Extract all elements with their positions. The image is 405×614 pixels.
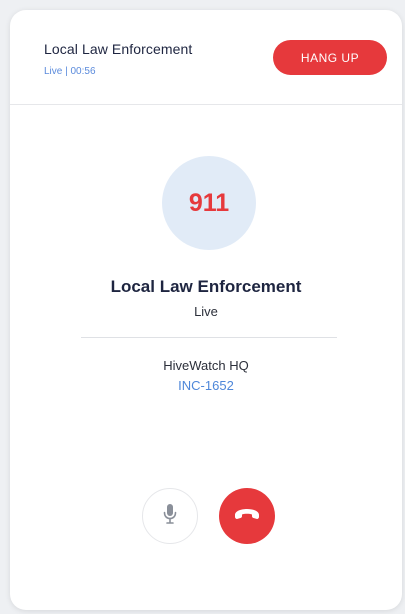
end-call-button[interactable] xyxy=(219,488,275,544)
location-name: HiveWatch HQ xyxy=(163,358,249,373)
hang-up-button[interactable]: HANG UP xyxy=(273,40,387,75)
microphone-icon xyxy=(162,503,178,530)
divider xyxy=(81,337,337,338)
caller-avatar: 911 xyxy=(162,156,256,250)
phone-hangup-icon xyxy=(233,507,261,526)
call-panel: Local Law Enforcement Live | 00:56 HANG … xyxy=(10,10,402,610)
header-call-status: Live | 00:56 xyxy=(44,66,96,77)
incident-link[interactable]: INC-1652 xyxy=(10,378,402,393)
avatar-text: 911 xyxy=(188,188,230,217)
caller-status: Live xyxy=(194,304,218,319)
call-header: Local Law Enforcement Live | 00:56 HANG … xyxy=(10,10,402,105)
mute-button[interactable] xyxy=(142,488,198,544)
header-title: Local Law Enforcement xyxy=(44,41,193,57)
caller-name: Local Law Enforcement xyxy=(110,277,302,296)
